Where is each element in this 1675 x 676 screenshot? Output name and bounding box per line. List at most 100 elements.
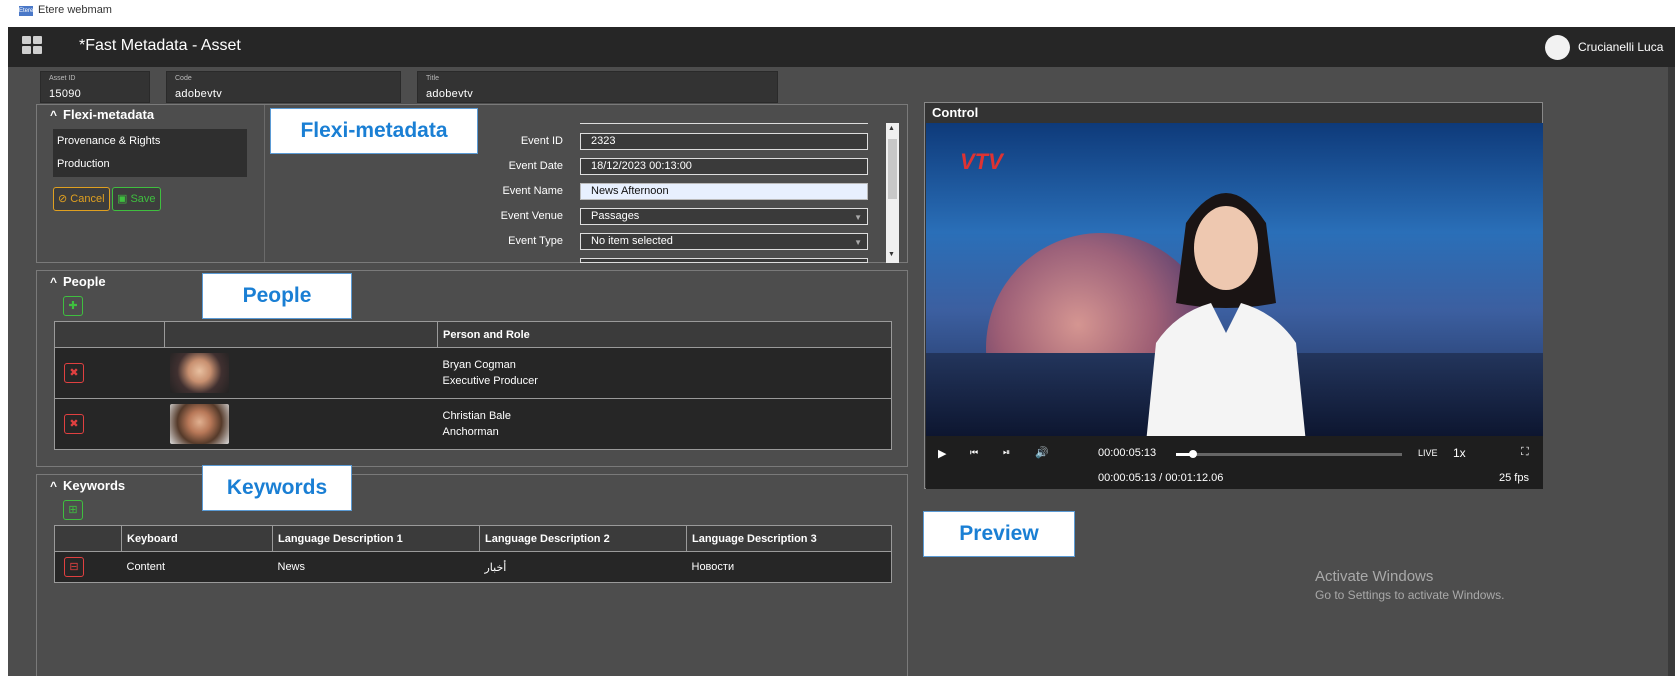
add-user-icon: ✚ xyxy=(68,300,78,312)
fps-label: 25 fps xyxy=(1499,472,1529,484)
person-role: Anchorman xyxy=(442,426,499,438)
flexi-metadata-header[interactable]: ^ Flexi-metadata xyxy=(50,107,154,122)
control-panel: Control VTV ▶ ⏮ ⏯ 🔊 00:00:05:13 LIVE 1x … xyxy=(924,102,1543,489)
play-icon[interactable]: ▶ xyxy=(938,447,946,460)
code-value: adobevtv xyxy=(175,88,223,100)
list-item-production[interactable]: Production xyxy=(57,158,110,170)
chevron-down-icon: ▼ xyxy=(854,213,862,222)
activation-watermark-title: Activate Windows xyxy=(1315,568,1434,585)
cancel-button[interactable]: ⊘ Cancel xyxy=(53,187,110,211)
app-window: *Fast Metadata - Asset Crucianelli Luca … xyxy=(8,27,1675,676)
title-field[interactable]: Title adobevtv xyxy=(417,71,778,103)
chevron-down-icon: ▼ xyxy=(854,238,862,247)
activation-watermark-text: Go to Settings to activate Windows. xyxy=(1315,588,1505,602)
flexi-metadata-title: Flexi-metadata xyxy=(63,107,155,122)
person-name: Bryan Cogman xyxy=(442,359,516,371)
progress-bar[interactable] xyxy=(1176,450,1402,458)
channel-logo: VTV xyxy=(960,149,1003,174)
player-controls: ▶ ⏮ ⏯ 🔊 00:00:05:13 LIVE 1x ⛶ 00:00:05:1… xyxy=(926,436,1543,489)
table-row[interactable]: ✖ Bryan Cogman Executive Producer xyxy=(54,347,892,399)
table-cell: ✖ xyxy=(54,398,165,450)
event-date-label: Event Date xyxy=(508,160,563,172)
code-field[interactable]: Code adobevtv xyxy=(166,71,401,103)
add-person-button[interactable]: ✚ xyxy=(63,296,83,316)
person-role-header: Person and Role xyxy=(437,321,892,348)
cancel-label: Cancel xyxy=(70,193,105,205)
fullscreen-icon[interactable]: ⛶ xyxy=(1521,446,1529,459)
lang1-header: Language Description 1 xyxy=(272,525,480,552)
flexi-category-list: Provenance & Rights Production xyxy=(53,129,247,177)
panel-divider xyxy=(264,105,265,262)
scroll-up-icon[interactable]: ▲ xyxy=(888,125,895,132)
keywords-table: Keyboard Language Description 1 Language… xyxy=(54,525,892,583)
news-anchor-image xyxy=(1146,193,1306,436)
form-scrollbar[interactable]: ▲ ▼ xyxy=(886,123,899,263)
video-player[interactable]: VTV xyxy=(926,123,1543,436)
table-cell: Christian Bale Anchorman xyxy=(437,398,892,450)
table-header xyxy=(54,525,122,552)
asset-id-field[interactable]: Asset ID 15090 xyxy=(40,71,150,103)
volume-icon[interactable]: 🔊 xyxy=(1035,446,1049,459)
lang3-header: Language Description 3 xyxy=(686,525,892,552)
lang2-header: Language Description 2 xyxy=(479,525,687,552)
event-date-input[interactable]: 18/12/2023 00:13:00 xyxy=(580,158,868,175)
cancel-icon: ⊘ xyxy=(58,193,71,205)
table-cell: ✖ xyxy=(54,347,165,399)
remove-person-button[interactable]: ✖ xyxy=(64,414,84,434)
browser-titlebar: Etere Etere webmam xyxy=(0,0,1675,27)
speed-button[interactable]: 1x xyxy=(1453,446,1466,460)
table-header xyxy=(54,321,165,348)
title-label: Title xyxy=(426,75,439,82)
table-header xyxy=(164,321,438,348)
remove-user-icon: ✖ xyxy=(69,367,79,379)
people-table: Person and Role ✖ Bryan Cogman Executive… xyxy=(54,321,892,450)
asset-id-label: Asset ID xyxy=(49,75,76,82)
flexi-metadata-callout: Flexi-metadata xyxy=(270,108,478,154)
app-header: *Fast Metadata - Asset Crucianelli Luca xyxy=(8,27,1675,67)
step-forward-icon[interactable]: ⏯ xyxy=(1003,447,1010,458)
remove-person-button[interactable]: ✖ xyxy=(64,363,84,383)
person-photo xyxy=(169,353,229,393)
add-keyword-button[interactable]: ⊞ xyxy=(63,500,83,520)
table-row[interactable]: ⊟ Content News أخبار Новости xyxy=(54,551,892,583)
person-role: Executive Producer xyxy=(442,375,538,387)
people-header[interactable]: ^ People xyxy=(50,274,106,289)
person-name: Christian Bale xyxy=(442,410,511,422)
scroll-down-icon[interactable]: ▼ xyxy=(888,251,895,258)
page-title: *Fast Metadata - Asset xyxy=(79,37,241,54)
scroll-thumb[interactable] xyxy=(888,139,897,199)
keywords-header[interactable]: ^ Keywords xyxy=(50,478,125,493)
list-item-provenance[interactable]: Provenance & Rights xyxy=(57,135,160,147)
app-grid-icon[interactable] xyxy=(22,36,44,56)
next-field-input[interactable] xyxy=(580,258,868,263)
event-name-input[interactable]: News Afternoon xyxy=(580,183,868,200)
table-cell xyxy=(164,398,438,450)
save-button[interactable]: ▣ Save xyxy=(112,187,161,211)
table-cell: Bryan Cogman Executive Producer xyxy=(437,347,892,399)
live-indicator[interactable]: LIVE xyxy=(1418,448,1438,458)
lang3-cell: Новости xyxy=(686,551,892,583)
avatar[interactable] xyxy=(1545,35,1570,60)
skip-back-icon[interactable]: ⏮ xyxy=(970,447,978,458)
remove-keyword-button[interactable]: ⊟ xyxy=(64,557,84,577)
event-name-label: Event Name xyxy=(502,185,563,197)
page-scrollbar[interactable] xyxy=(1668,67,1675,676)
event-id-input[interactable]: 2323 xyxy=(580,133,868,150)
table-row[interactable]: ✖ Christian Bale Anchorman xyxy=(54,398,892,450)
code-label: Code xyxy=(175,75,192,82)
preview-callout: Preview xyxy=(923,511,1075,557)
keyboard-header: Keyboard xyxy=(121,525,273,552)
progress-knob[interactable] xyxy=(1189,450,1197,458)
lang1-cell: News xyxy=(272,551,480,583)
keywords-callout: Keywords xyxy=(202,465,352,511)
event-type-value: No item selected xyxy=(591,235,673,247)
person-photo xyxy=(169,404,229,444)
people-callout: People xyxy=(202,273,352,319)
title-value: adobevtv xyxy=(426,88,474,100)
event-venue-select[interactable]: Passages ▼ xyxy=(580,208,868,225)
remove-icon: ⊟ xyxy=(69,561,79,573)
event-venue-value: Passages xyxy=(591,210,640,222)
user-name[interactable]: Crucianelli Luca xyxy=(1578,40,1663,54)
event-type-select[interactable]: No item selected ▼ xyxy=(580,233,868,250)
control-title: Control xyxy=(932,105,979,120)
